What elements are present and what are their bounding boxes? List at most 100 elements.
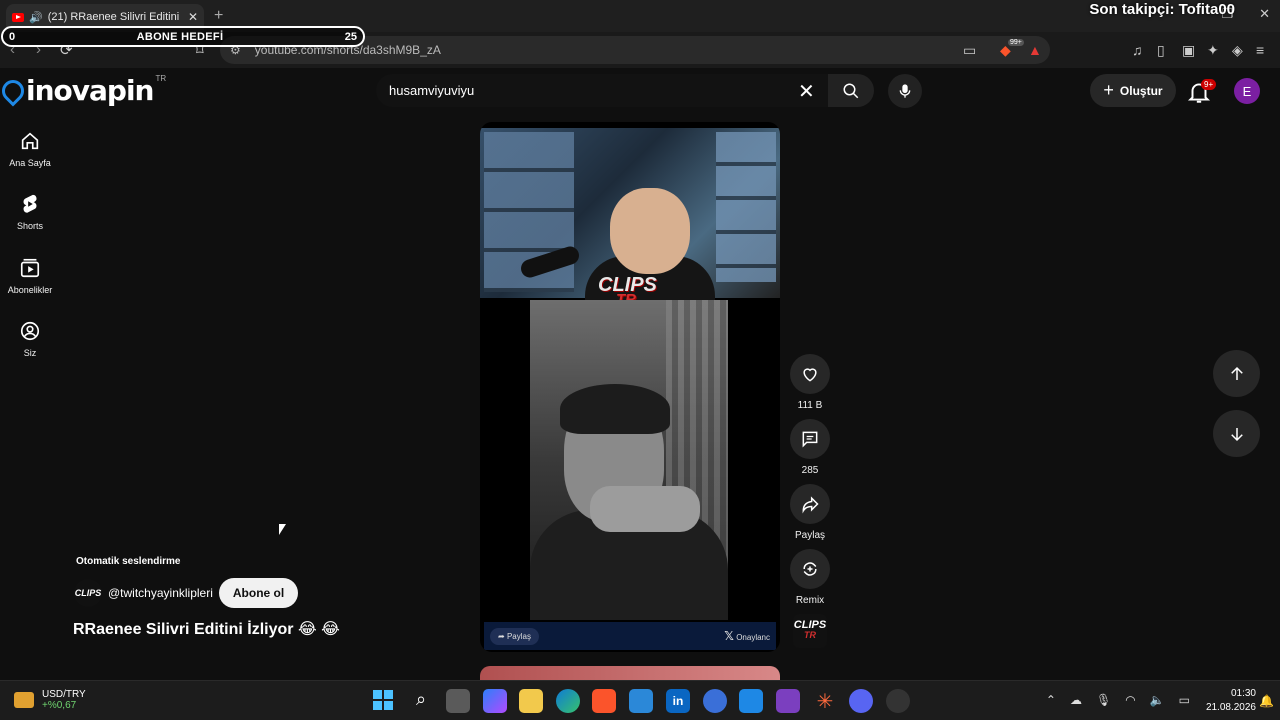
battery-icon[interactable]: ▭ xyxy=(1179,693,1190,707)
embedded-share-label: ➦ Paylaş xyxy=(490,627,539,645)
sidebar-icon[interactable]: ▯ xyxy=(1157,42,1165,59)
short-title: RRaenee Silivri Editini İzliyor 😂 😂 xyxy=(73,621,340,638)
subscribe-button[interactable]: Abone ol xyxy=(218,578,299,608)
currency-widget[interactable]: USD/TRY +%0,67 xyxy=(14,689,86,711)
channel-logo-overlay[interactable]: inovapin TR xyxy=(0,74,166,107)
wallet-icon[interactable]: ▣ xyxy=(1182,42,1195,59)
share-icon xyxy=(802,496,819,514)
remix-icon xyxy=(803,562,817,576)
menu-icon[interactable]: ≡ xyxy=(1256,42,1264,58)
wifi-icon[interactable]: ◠ xyxy=(1125,693,1135,707)
create-button[interactable]: + Oluştur xyxy=(1090,74,1176,107)
tray-mic-icon[interactable]: 🎙 xyxy=(1096,693,1111,707)
new-tab-button[interactable]: + xyxy=(214,7,223,25)
channel-thumbnail[interactable]: CLIPS TR xyxy=(793,614,827,648)
top-webcam-frame xyxy=(480,128,780,306)
account-avatar[interactable]: E xyxy=(1234,78,1260,104)
comment-count: 285 xyxy=(801,465,819,476)
clock[interactable]: 01:30 21.08.2026 xyxy=(1206,687,1256,715)
close-window-icon[interactable]: ✕ xyxy=(1259,6,1270,22)
channel-handle[interactable]: @twitchyayinklipleri xyxy=(108,586,213,600)
voice-search-button[interactable] xyxy=(888,74,922,108)
edge-icon[interactable] xyxy=(556,689,580,713)
editor-icon[interactable] xyxy=(739,689,763,713)
subscriber-goal-overlay: 0 ABONE HEDEFİ 25 xyxy=(1,26,365,47)
system-tray: ⌃ ☁ 🎙 ◠ 🔈 ▭ xyxy=(1046,693,1190,707)
remix-button[interactable]: Remix xyxy=(789,549,831,606)
sidebar-item-label: Ana Sayfa xyxy=(9,158,51,168)
search-button[interactable] xyxy=(828,74,874,107)
channel-avatar[interactable]: CLIPS xyxy=(74,579,102,607)
plus-icon: + xyxy=(1103,80,1114,100)
heart-icon xyxy=(803,368,817,382)
sidebar-item-label: Siz xyxy=(23,348,37,358)
linkedin-icon[interactable]: in xyxy=(666,689,690,713)
home-icon xyxy=(21,132,39,150)
file-explorer-icon[interactable] xyxy=(519,689,543,713)
claude-icon[interactable]: ✳ xyxy=(813,689,837,713)
you-icon xyxy=(20,321,40,341)
sidebar-item-you[interactable]: Siz xyxy=(0,320,60,358)
goal-end: 25 xyxy=(344,30,357,43)
discord-icon[interactable] xyxy=(849,689,873,713)
vpn-icon[interactable]: ◈ xyxy=(1232,42,1243,59)
visual-studio-icon[interactable] xyxy=(776,689,800,713)
search-taskbar-icon[interactable]: ⌕ xyxy=(409,689,433,713)
next-short-button[interactable] xyxy=(1213,410,1260,457)
task-view-icon[interactable] xyxy=(446,689,470,713)
media-icon[interactable]: ♫ xyxy=(1132,42,1143,58)
app-store-icon[interactable] xyxy=(703,689,727,713)
sidebar-item-home[interactable]: Ana Sayfa xyxy=(0,130,60,168)
currency-icon xyxy=(14,692,34,708)
remix-label: Remix xyxy=(795,595,825,606)
clear-search-icon[interactable]: ✕ xyxy=(798,79,815,104)
goal-label: ABONE HEDEFİ xyxy=(136,30,224,43)
channel-row: CLIPS @twitchyayinklipleri Abone ol xyxy=(74,578,299,608)
embedded-tweet-bar: ➦ Paylaş 𝕏 Onaylanc xyxy=(484,622,776,650)
copilot-icon[interactable] xyxy=(483,689,507,713)
search-value: husamviyuviyu xyxy=(389,83,475,98)
cast-icon[interactable]: ▭ xyxy=(963,42,976,59)
embedded-verified-label: 𝕏 Onaylanc xyxy=(724,629,770,643)
sidebar-item-shorts[interactable]: Shorts xyxy=(0,193,60,231)
create-label: Oluştur xyxy=(1119,83,1163,98)
tab-title: (21) RRaenee Silivri Editini İzli xyxy=(47,11,183,23)
like-count: 111 B xyxy=(797,400,823,411)
comments-button[interactable]: 285 xyxy=(789,419,831,476)
search-icon xyxy=(843,83,859,98)
previous-short-button[interactable] xyxy=(1213,350,1260,397)
brave-icon[interactable] xyxy=(592,689,616,713)
sidebar-item-subscriptions[interactable]: Abonelikler xyxy=(0,257,60,295)
search-input[interactable]: husamviyuviyu xyxy=(376,74,828,107)
tray-chevron-icon[interactable]: ⌃ xyxy=(1046,693,1056,707)
subscriptions-icon xyxy=(20,258,40,278)
brave-rewards-icon[interactable]: ▲ xyxy=(1028,42,1042,58)
volume-icon[interactable]: 🔈 xyxy=(1150,693,1165,707)
onedrive-icon[interactable]: ☁ xyxy=(1070,693,1082,707)
leo-ai-icon[interactable]: ✦ xyxy=(1207,42,1219,59)
sidebar-item-label: Shorts xyxy=(16,221,43,231)
start-menu-icon[interactable] xyxy=(372,689,396,713)
share-button[interactable]: Paylaş xyxy=(789,484,831,541)
logo-text: inovapin xyxy=(26,74,154,107)
share-label: Paylaş xyxy=(794,530,825,541)
goal-start: 0 xyxy=(9,30,16,43)
shorts-video-player[interactable]: CLIPS TR ➦ Paylaş 𝕏 Onaylanc xyxy=(480,122,780,652)
clock-time: 01:30 xyxy=(1230,688,1256,699)
sidebar-item-label: Abonelikler xyxy=(7,285,53,295)
clock-date: 21.08.2026 xyxy=(1205,702,1256,713)
mouse-cursor xyxy=(279,524,286,535)
microphone-icon xyxy=(899,84,911,98)
tab-close-icon[interactable]: ✕ xyxy=(188,10,198,24)
currency-pair: USD/TRY xyxy=(42,689,86,700)
like-button[interactable]: 111 B xyxy=(789,354,831,411)
shorts-icon xyxy=(23,194,37,213)
arrow-down-icon xyxy=(1230,427,1243,441)
windows-taskbar: USD/TRY +%0,67 ⌕ in ✳ ⌃ ☁ 🎙 ◠ 🔈 ▭ 01:30 … xyxy=(0,680,1280,720)
notification-center-icon[interactable]: 🔔 xyxy=(1259,694,1274,708)
arrow-up-icon xyxy=(1230,366,1243,380)
store-icon[interactable] xyxy=(629,689,653,713)
speaker-icon: 🔊 xyxy=(29,11,43,24)
currency-change: +%0,67 xyxy=(42,700,77,711)
obs-icon[interactable] xyxy=(886,689,910,713)
